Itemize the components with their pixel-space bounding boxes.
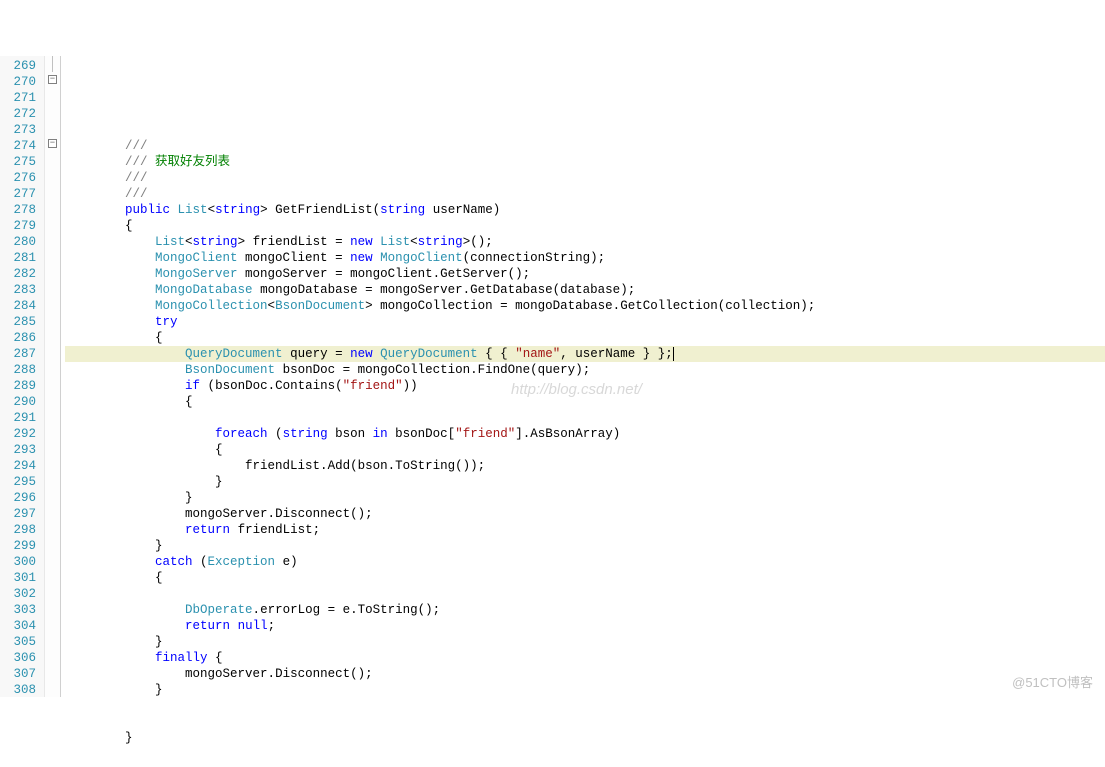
code-line: }	[65, 682, 1105, 698]
code-line: return null;	[65, 618, 1105, 634]
code-area[interactable]: http://blog.csdn.net/ @51CTO博客 /// /// 获…	[61, 56, 1105, 697]
code-line	[65, 698, 1105, 714]
code-line: return friendList;	[65, 522, 1105, 538]
code-line: {	[65, 330, 1105, 346]
code-line: }	[65, 538, 1105, 554]
code-line: catch (Exception e)	[65, 554, 1105, 570]
fold-gutter[interactable]: −−	[45, 56, 61, 697]
code-line: MongoClient mongoClient = new MongoClien…	[65, 250, 1105, 266]
code-line: /// 获取好友列表	[65, 154, 1105, 170]
code-line: BsonDocument bsonDoc = mongoCollection.F…	[65, 362, 1105, 378]
code-line: DbOperate.errorLog = e.ToString();	[65, 602, 1105, 618]
code-line: ///	[65, 138, 1105, 154]
code-line: QueryDocument query = new QueryDocument …	[65, 346, 1105, 362]
code-line: friendList.Add(bson.ToString());	[65, 458, 1105, 474]
code-line: try	[65, 314, 1105, 330]
code-line: ///	[65, 186, 1105, 202]
code-editor: 2692702712722732742752762772782792802812…	[0, 56, 1105, 697]
code-line: MongoDatabase mongoDatabase = mongoServe…	[65, 282, 1105, 298]
code-line: finally {	[65, 650, 1105, 666]
code-line	[65, 122, 1105, 138]
watermark-url: http://blog.csdn.net/	[511, 382, 642, 398]
code-line: }	[65, 474, 1105, 490]
code-line: }	[65, 490, 1105, 506]
code-line: List<string> friendList = new List<strin…	[65, 234, 1105, 250]
code-line	[65, 586, 1105, 602]
code-line: MongoServer mongoServer = mongoClient.Ge…	[65, 266, 1105, 282]
code-line	[65, 410, 1105, 426]
code-line: MongoCollection<BsonDocument> mongoColle…	[65, 298, 1105, 314]
code-line: {	[65, 442, 1105, 458]
code-line: {	[65, 218, 1105, 234]
code-line	[65, 746, 1105, 762]
code-line: ///	[65, 170, 1105, 186]
code-line: }	[65, 634, 1105, 650]
watermark-text: @51CTO博客	[1012, 675, 1093, 691]
code-line	[65, 714, 1105, 730]
code-line: }	[65, 730, 1105, 746]
code-line: foreach (string bson in bsonDoc["friend"…	[65, 426, 1105, 442]
code-line: public List<string> GetFriendList(string…	[65, 202, 1105, 218]
code-line: {	[65, 570, 1105, 586]
code-line: mongoServer.Disconnect();	[65, 506, 1105, 522]
code-line: mongoServer.Disconnect();	[65, 666, 1105, 682]
line-number-gutter: 2692702712722732742752762772782792802812…	[0, 56, 45, 697]
